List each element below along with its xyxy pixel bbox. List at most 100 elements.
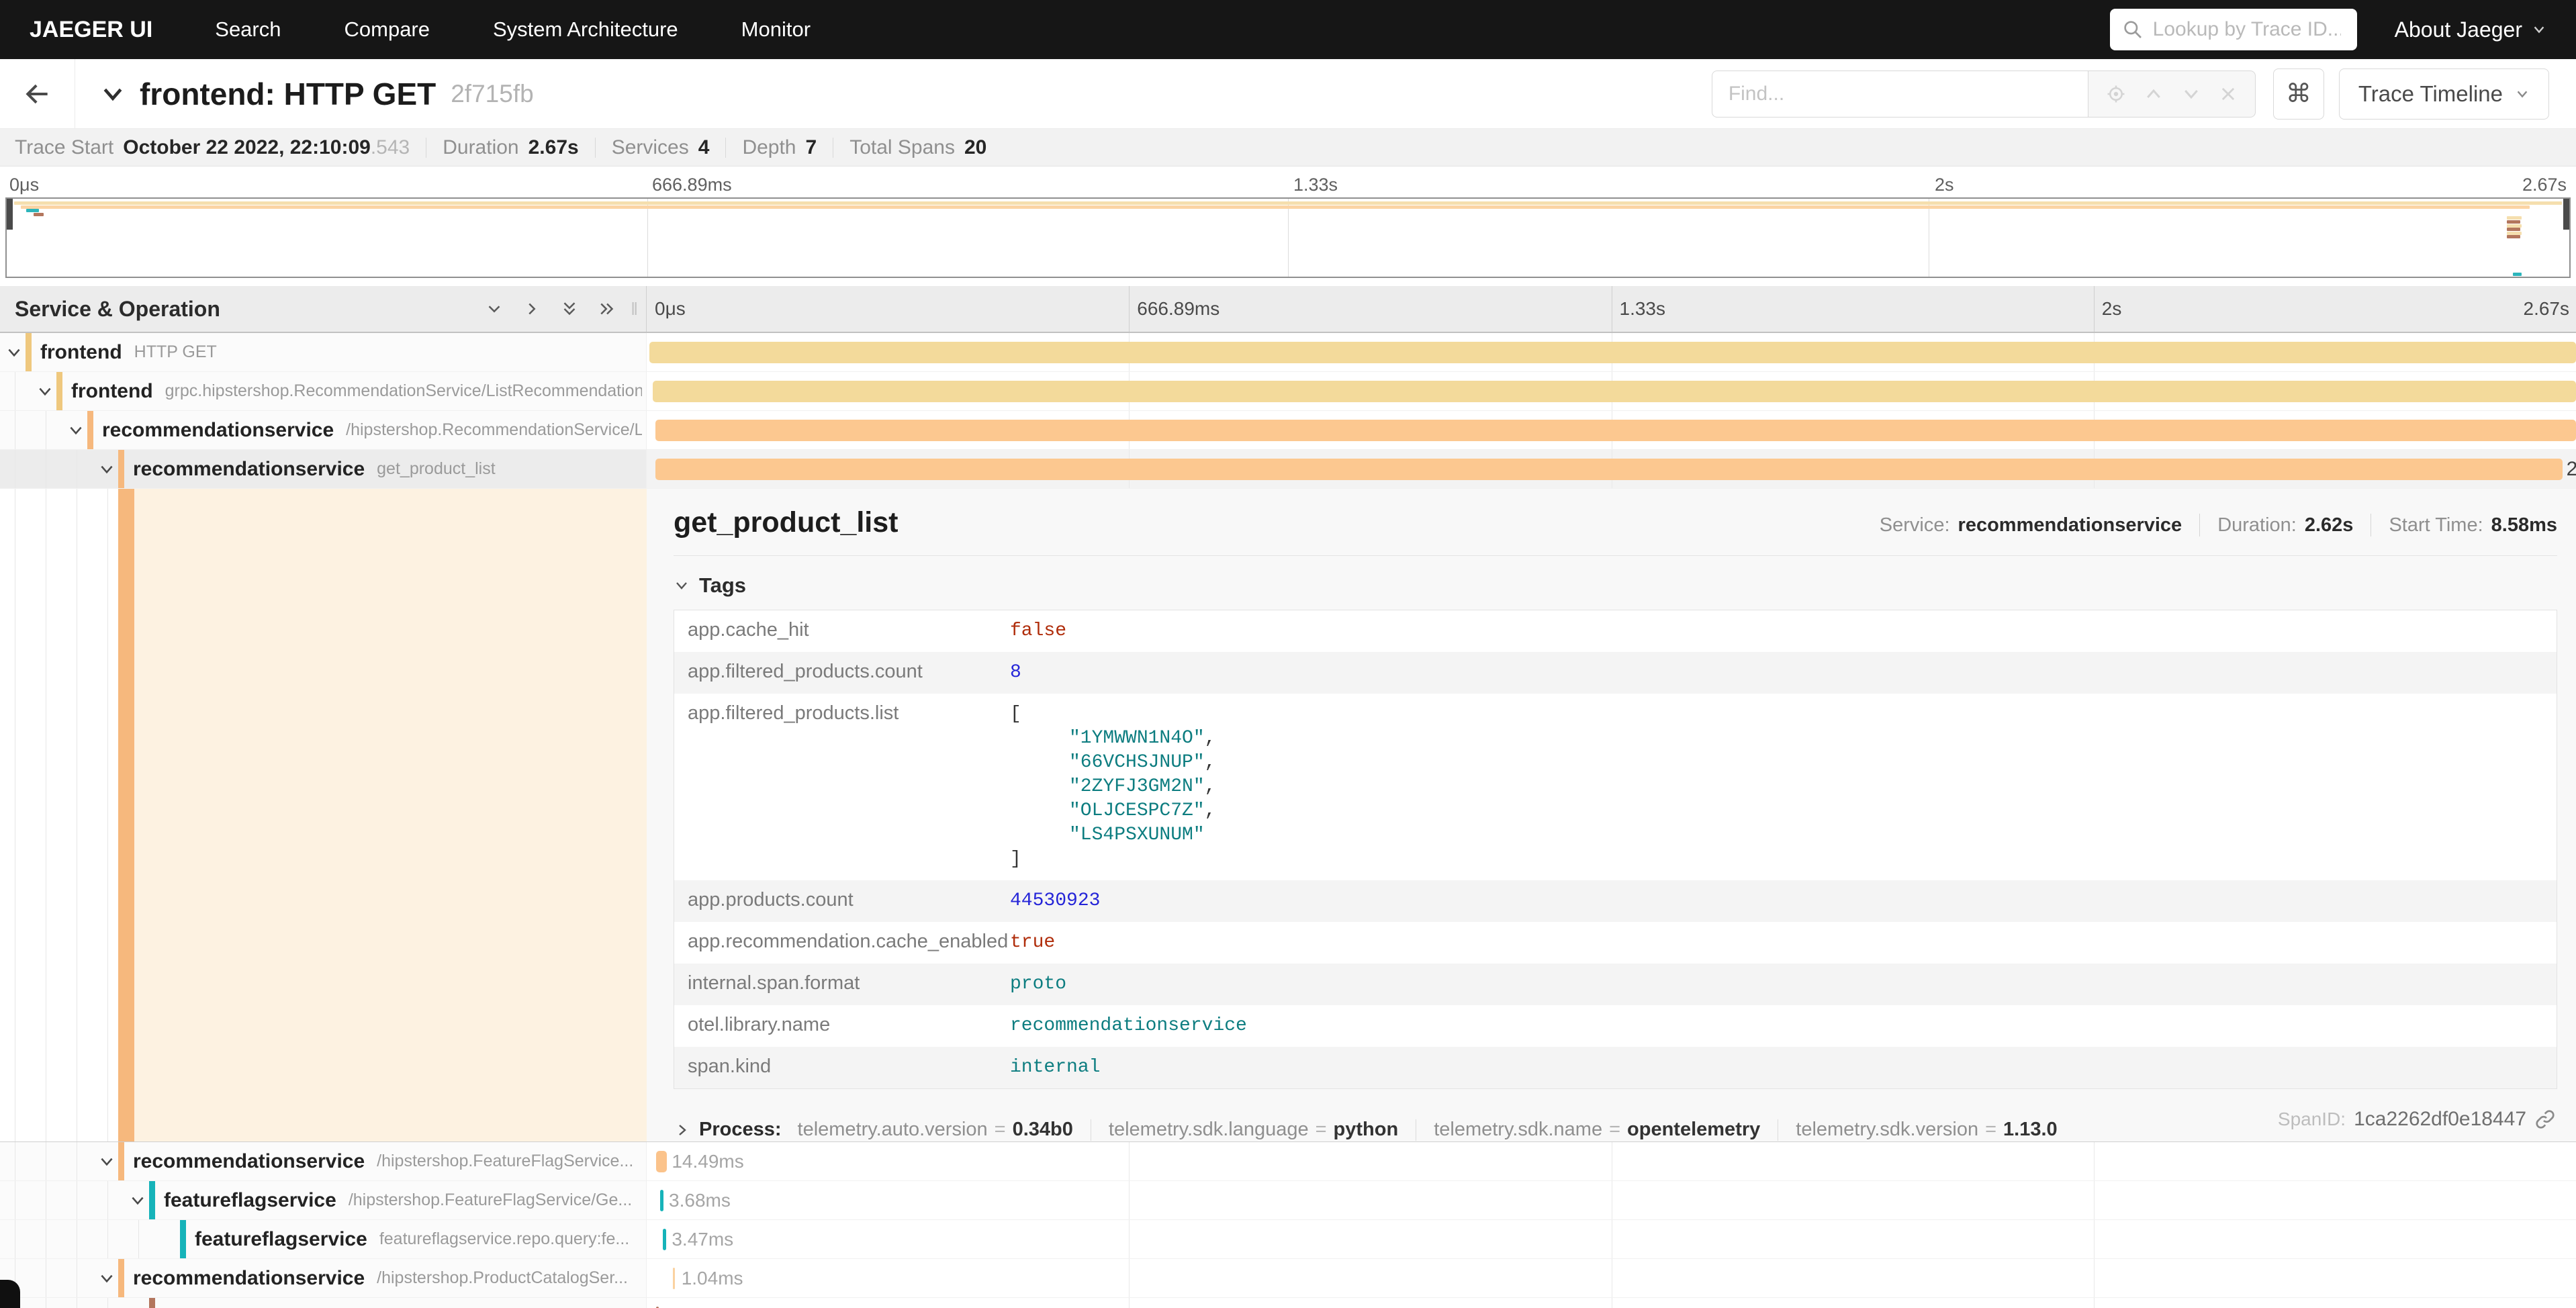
span-name-cell[interactable]: featureflagservice/hipstershop.FeatureFl… (0, 1181, 647, 1219)
process-tag: telemetry.sdk.version=1.13.0 (1796, 1119, 2057, 1141)
tag-value: false (1010, 610, 1066, 652)
minimap-left-scrubber[interactable] (7, 199, 13, 230)
span-collapse-chevron-icon[interactable] (98, 461, 116, 478)
span-color-bar (118, 1142, 124, 1180)
about-jaeger-menu[interactable]: About Jaeger (2395, 17, 2546, 42)
span-operation-name: featureflagservice.repo.query:fe... (379, 1229, 629, 1249)
span-name-cell[interactable]: frontendgrpc.hipstershop.RecommendationS… (0, 372, 647, 410)
clear-find-icon[interactable] (2219, 85, 2238, 103)
span-row-7[interactable]: recommendationservice/hipstershop.Produc… (0, 1259, 2576, 1298)
column-resize-handle[interactable]: ‖ (631, 299, 637, 320)
nav-item-search[interactable]: Search (183, 17, 312, 42)
nav-item-system-architecture[interactable]: System Architecture (461, 17, 710, 42)
span-operation-name: HTTP GET (134, 342, 217, 362)
trace-view-selector[interactable]: Trace Timeline (2339, 68, 2549, 120)
expand-one-chevron-right-icon[interactable] (522, 299, 542, 319)
minimap-canvas[interactable] (5, 197, 2571, 278)
chevron-down-icon (2532, 22, 2546, 37)
service-operation-header: Service & Operation (15, 297, 220, 322)
minimap-tick: 2s (1935, 175, 1954, 195)
minimap-span (14, 201, 2561, 205)
stat-duration: Duration2.67s (443, 136, 578, 159)
trace-id-lookup-input[interactable] (2153, 18, 2341, 41)
nav-item-monitor[interactable]: Monitor (710, 17, 842, 42)
span-operation-name: /hipstershop.FeatureFlagService/Ge... (349, 1190, 632, 1210)
span-duration-label: 14.49ms (672, 1151, 743, 1172)
minimap-tick: 1.33s (1293, 175, 1338, 195)
minimap-span (34, 213, 44, 216)
minimap-right-scrubber[interactable] (2563, 199, 2569, 230)
span-duration-bar[interactable] (663, 1229, 666, 1250)
span-color-bar (118, 489, 134, 1141)
process-accordion-toggle[interactable] (674, 1122, 690, 1138)
expand-all-double-chevron-right-icon[interactable] (597, 299, 617, 319)
minimap-span (26, 209, 39, 212)
span-duration-label: 2.62s (2567, 458, 2576, 481)
span-duration-label: 1.04ms (682, 1268, 743, 1289)
back-button[interactable] (0, 59, 75, 128)
span-row-8[interactable] (0, 1298, 2576, 1308)
span-duration-bar[interactable] (655, 420, 2576, 441)
tags-accordion-toggle[interactable]: Tags (674, 573, 2557, 598)
span-name-cell[interactable]: recommendationservice/hipstershop.Recomm… (0, 411, 647, 449)
find-next-chevron-down-icon[interactable] (2181, 84, 2201, 104)
span-name-cell[interactable] (0, 1298, 647, 1308)
collapse-all-double-chevron-down-icon[interactable] (559, 299, 580, 319)
span-operation-name: /hipstershop.FeatureFlagService... (377, 1152, 633, 1171)
span-duration-bar[interactable] (655, 459, 2563, 480)
span-collapse-chevron-icon[interactable] (5, 344, 23, 361)
about-jaeger-label: About Jaeger (2395, 17, 2522, 42)
span-collapse-chevron-icon[interactable] (98, 1153, 116, 1170)
span-name-cell[interactable]: featureflagservice featureflagservice.rep… (0, 1220, 647, 1258)
span-timeline-cell (647, 333, 2576, 371)
tag-value[interactable]: ["1YMWWN1N4O","66VCHSJNUP","2ZYFJ3GM2N",… (1010, 694, 1215, 880)
trace-id-short: 2f715fb (451, 80, 533, 108)
span-name-cell[interactable]: frontendHTTP GET (0, 333, 647, 371)
span-row-6[interactable]: featureflagservice featureflagservice.rep… (0, 1220, 2576, 1259)
span-duration-bar[interactable] (673, 1268, 675, 1289)
stat-depth: Depth7 (742, 136, 817, 159)
minimap-span (2513, 273, 2522, 276)
span-duration-bar[interactable] (656, 1151, 667, 1172)
axis-tick: 0μs (655, 298, 686, 320)
span-service-name: recommendationservice (133, 1267, 365, 1290)
span-row-3[interactable]: recommendationserviceget_product_list 2.6… (0, 450, 2576, 489)
keyboard-shortcuts-button[interactable]: ⌘ (2273, 68, 2324, 120)
span-row-4[interactable]: recommendationservice/hipstershop.Featur… (0, 1142, 2576, 1181)
find-prev-chevron-up-icon[interactable] (2144, 84, 2164, 104)
collapse-one-chevron-down-icon[interactable] (484, 299, 504, 319)
span-name-cell[interactable]: recommendationserviceget_product_list (0, 450, 647, 488)
trace-collapse-chevron-icon[interactable] (99, 81, 126, 107)
find-input[interactable] (1712, 71, 2088, 118)
span-duration-bar[interactable] (649, 342, 2576, 363)
span-collapse-chevron-icon[interactable] (129, 1192, 146, 1209)
copy-link-icon[interactable] (2534, 1109, 2556, 1130)
process-tag: telemetry.auto.version=0.34b0 (798, 1119, 1073, 1141)
locate-icon[interactable] (2106, 84, 2126, 104)
span-row-0[interactable]: frontendHTTP GET (0, 333, 2576, 372)
jaeger-logo[interactable]: JAEGER UI (0, 17, 183, 43)
minimap-span (2507, 228, 2521, 231)
span-operation-name: /hipstershop.RecommendationService/Lis..… (346, 420, 642, 440)
span-collapse-chevron-icon[interactable] (67, 422, 85, 439)
nav-item-compare[interactable]: Compare (313, 17, 462, 42)
span-timeline-cell: 1.04ms (647, 1259, 2576, 1297)
process-tag: telemetry.sdk.language=python (1109, 1119, 1398, 1141)
span-service-name: recommendationservice (102, 419, 334, 442)
span-rows-top: frontendHTTP GETfrontendgrpc.hipstershop… (0, 333, 2576, 489)
span-duration-bar[interactable] (660, 1190, 663, 1211)
span-row-1[interactable]: frontendgrpc.hipstershop.RecommendationS… (0, 372, 2576, 411)
span-color-bar (118, 1259, 124, 1297)
find-group (1712, 71, 2256, 118)
span-name-cell[interactable]: recommendationservice/hipstershop.Featur… (0, 1142, 647, 1180)
span-name-cell[interactable]: recommendationservice/hipstershop.Produc… (0, 1259, 647, 1297)
span-duration-bar[interactable] (653, 381, 2576, 402)
chevron-down-icon (2515, 87, 2530, 101)
span-collapse-chevron-icon[interactable] (36, 383, 54, 400)
span-service-name: featureflagservice (195, 1228, 367, 1251)
span-row-2[interactable]: recommendationservice/hipstershop.Recomm… (0, 411, 2576, 450)
span-detail-panel: get_product_list Service:recommendations… (0, 489, 2576, 1142)
span-collapse-chevron-icon[interactable] (98, 1270, 116, 1287)
span-row-5[interactable]: featureflagservice/hipstershop.FeatureFl… (0, 1181, 2576, 1220)
tags-header: Tags (699, 573, 746, 598)
